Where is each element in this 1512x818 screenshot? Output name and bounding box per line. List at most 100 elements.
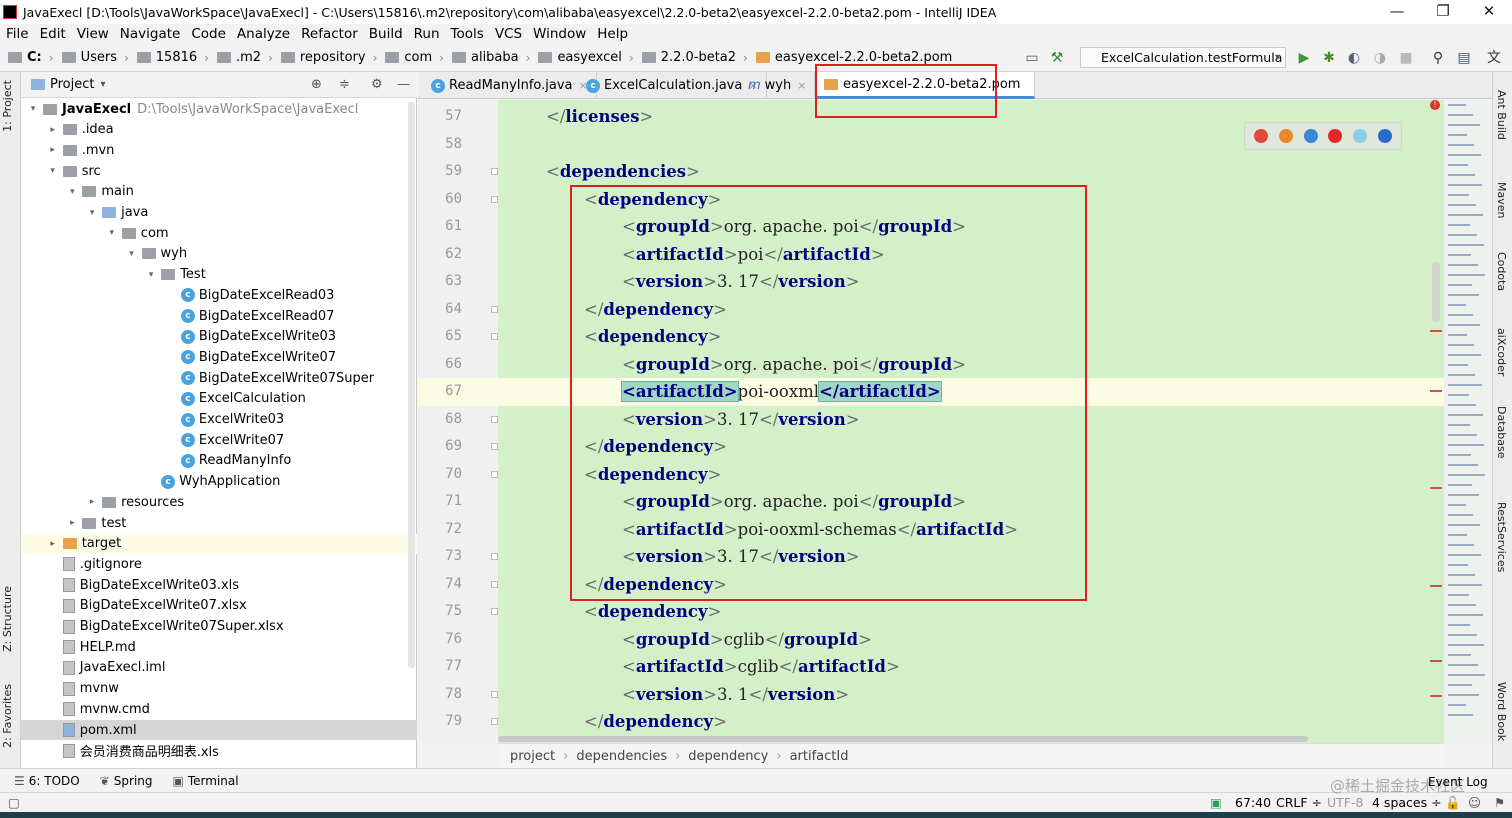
fold-marker-icon[interactable] [491, 553, 498, 560]
tree-item[interactable]: BigDateExcelWrite07Super.xlsx [21, 617, 417, 637]
nav-crumb[interactable]: 2.2.0-beta2 › [641, 50, 748, 65]
tree-item[interactable]: ▾ java [21, 203, 417, 223]
code-line[interactable]: <groupId>cglib</groupId> [622, 626, 872, 654]
warning-marker[interactable] [1430, 585, 1442, 587]
nav-crumb[interactable]: repository › [280, 50, 377, 65]
editor-breadcrumb-item[interactable]: dependency [688, 749, 768, 764]
bottom-tab-spring[interactable]: Spring [114, 774, 153, 788]
tree-item[interactable]: ▾ com [21, 223, 417, 243]
menu-run[interactable]: Run [414, 26, 440, 42]
tree-item[interactable]: .gitignore [21, 554, 417, 574]
warning-marker[interactable] [1430, 390, 1442, 392]
menu-file[interactable]: File [6, 26, 29, 42]
expand-arrow-icon[interactable]: ▸ [86, 497, 98, 507]
tree-item[interactable]: 会员消费商品明细表.xls [21, 741, 417, 761]
close-tab-icon[interactable]: × [797, 79, 806, 92]
minimize-button[interactable]: — [1374, 0, 1420, 24]
menu-edit[interactable]: Edit [40, 26, 66, 42]
fold-marker-icon[interactable] [491, 168, 498, 175]
code-line[interactable]: <dependency> [584, 598, 721, 626]
safari-icon[interactable] [1303, 129, 1318, 143]
fold-marker-icon[interactable] [491, 608, 498, 615]
menu-refactor[interactable]: Refactor [301, 26, 358, 42]
expand-arrow-icon[interactable]: ▸ [47, 539, 59, 549]
menu-build[interactable]: Build [369, 26, 403, 42]
tool-tab-codota[interactable]: Codota [1495, 252, 1508, 291]
search-icon[interactable]: ⚲ [1430, 50, 1446, 66]
caret-position[interactable]: 67:40 [1235, 795, 1271, 810]
tree-item[interactable]: ▾ Test [21, 265, 417, 285]
translate-icon[interactable]: 文 [1486, 50, 1502, 66]
nav-crumb[interactable]: C: › [8, 50, 54, 65]
tree-item[interactable]: c BigDateExcelWrite07Super [21, 368, 417, 388]
gear-icon[interactable]: ⚙ [371, 77, 383, 92]
tree-item[interactable]: ▸ resources [21, 492, 417, 512]
tree-item[interactable]: BigDateExcelWrite03.xls [21, 575, 417, 595]
code-line[interactable]: </dependency> [584, 708, 727, 736]
code-line[interactable]: <dependencies> [546, 158, 700, 186]
profile-icon[interactable]: ◑ [1372, 50, 1388, 66]
expand-arrow-icon[interactable]: ▾ [66, 187, 78, 197]
tree-item[interactable]: JavaExecl.iml [21, 658, 417, 678]
fold-marker-icon[interactable] [491, 443, 498, 450]
tree-item[interactable]: c BigDateExcelWrite03 [21, 327, 417, 347]
editor-horizontal-scrollbar[interactable] [498, 736, 1308, 742]
layout-icon[interactable]: ▭ [1024, 50, 1040, 66]
firefox-icon[interactable] [1278, 129, 1293, 143]
warning-marker[interactable] [1430, 487, 1442, 489]
collapse-all-icon[interactable]: ≑ [339, 77, 350, 92]
editor-tab[interactable]: m wyh × [740, 72, 816, 99]
error-indicator-icon[interactable]: ! [1430, 100, 1440, 110]
stop-icon[interactable]: ■ [1398, 50, 1414, 66]
tool-tab-word-book[interactable]: Word Book [1495, 682, 1508, 741]
tree-item[interactable]: ▸ target [21, 533, 417, 554]
tree-item[interactable]: mvnw.cmd [21, 699, 417, 719]
editor-tab[interactable]: c ExcelCalculation.java × [578, 72, 767, 99]
tree-item[interactable]: c ExcelWrite03 [21, 410, 417, 430]
menu-vcs[interactable]: VCS [495, 26, 522, 42]
tree-item[interactable]: BigDateExcelWrite07.xlsx [21, 596, 417, 616]
warning-marker[interactable] [1430, 660, 1442, 662]
menu-analyze[interactable]: Analyze [237, 26, 290, 42]
locate-icon[interactable]: ⊕ [311, 77, 322, 92]
fold-marker-icon[interactable] [491, 415, 498, 423]
chevron-down-icon[interactable]: ▾ [100, 79, 105, 90]
tool-tab-database[interactable]: Database [1495, 406, 1508, 459]
expand-arrow-icon[interactable]: ▸ [47, 125, 59, 135]
menu-navigate[interactable]: Navigate [120, 26, 181, 42]
code-line[interactable]: </licenses> [546, 103, 653, 131]
nav-crumb[interactable]: com › [385, 50, 444, 65]
menu-view[interactable]: View [77, 26, 109, 42]
lock-icon[interactable]: 🔓 [1445, 795, 1461, 811]
fold-marker-icon[interactable] [491, 690, 498, 698]
expand-arrow-icon[interactable]: ▸ [47, 145, 59, 155]
editor-breadcrumb-item[interactable]: dependencies [576, 749, 667, 764]
nav-crumb[interactable]: easyexcel › [538, 50, 634, 65]
warning-marker[interactable] [1430, 695, 1442, 697]
bottom-tab-terminal[interactable]: Terminal [188, 774, 239, 788]
tool-tab-project[interactable]: 1: Project [1, 80, 14, 132]
tree-item[interactable]: c ExcelCalculation [21, 389, 417, 409]
tree-item[interactable]: ▾ main [21, 182, 417, 202]
tree-item[interactable]: c BigDateExcelRead07 [21, 306, 417, 326]
fold-marker-icon[interactable] [491, 305, 498, 313]
tree-item[interactable]: c BigDateExcelWrite07 [21, 347, 417, 367]
edge-icon[interactable] [1377, 129, 1392, 143]
fold-marker-icon[interactable] [491, 718, 498, 725]
tool-tab-structure[interactable]: Z: Structure [1, 586, 14, 652]
nav-crumb[interactable]: 15816 › [136, 50, 209, 65]
tool-tab-restservices[interactable]: RestServices [1495, 502, 1508, 572]
nav-crumb[interactable]: easyexcel-2.2.0-beta2.pom [755, 50, 952, 65]
tree-item[interactable]: ▾ JavaExecl D:\Tools\JavaWorkSpace\JavaExe… [21, 99, 417, 119]
tree-item[interactable]: ▾ src [21, 161, 417, 181]
editor-error-stripe[interactable] [1430, 100, 1492, 743]
menu-tools[interactable]: Tools [451, 26, 484, 42]
menu-code[interactable]: Code [191, 26, 226, 42]
expand-arrow-icon[interactable]: ▾ [47, 166, 59, 176]
tree-item[interactable]: mvnw [21, 679, 417, 699]
chrome-icon[interactable] [1254, 129, 1269, 143]
tree-item[interactable]: ▸ .mvn [21, 140, 417, 160]
plugin-status-icon[interactable]: ▣ [1210, 795, 1222, 810]
expand-arrow-icon[interactable]: ▾ [86, 208, 98, 218]
tree-item[interactable]: c ExcelWrite07 [21, 430, 417, 450]
